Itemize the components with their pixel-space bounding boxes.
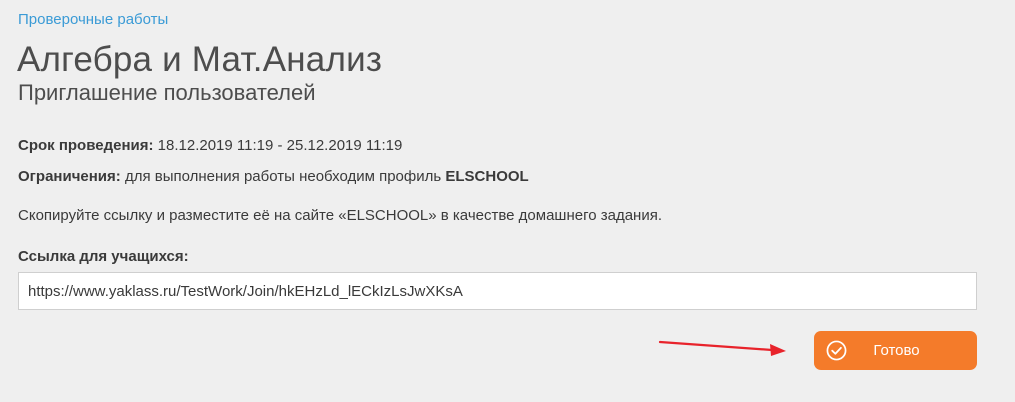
restrictions-line: Ограничения: для выполнения работы необх…	[18, 168, 529, 185]
link-label: Ссылка для учащихся:	[18, 248, 189, 265]
breadcrumb-link[interactable]: Проверочные работы	[18, 11, 168, 28]
deadline-value: 18.12.2019 11:19 - 25.12.2019 11:19	[157, 137, 403, 154]
deadline-line: Срок проведения: 18.12.2019 11:19 - 25.1…	[18, 137, 402, 154]
restrictions-label: Ограничения:	[18, 168, 121, 185]
done-button[interactable]: Готово	[814, 331, 977, 370]
page-subtitle: Приглашение пользователей	[18, 80, 316, 105]
instructions-text: Скопируйте ссылку и разместите её на сай…	[18, 207, 662, 224]
restrictions-profile: ELSCHOOL	[445, 168, 529, 185]
restrictions-text: для выполнения работы необходим профиль	[124, 168, 442, 185]
check-circle-icon	[826, 340, 847, 361]
page-title: Алгебра и Мат.Анализ	[17, 40, 383, 79]
deadline-label: Срок проведения:	[18, 137, 154, 154]
link-field[interactable]	[18, 272, 977, 310]
red-arrow-icon	[658, 340, 786, 356]
done-button-label: Готово	[873, 342, 920, 359]
